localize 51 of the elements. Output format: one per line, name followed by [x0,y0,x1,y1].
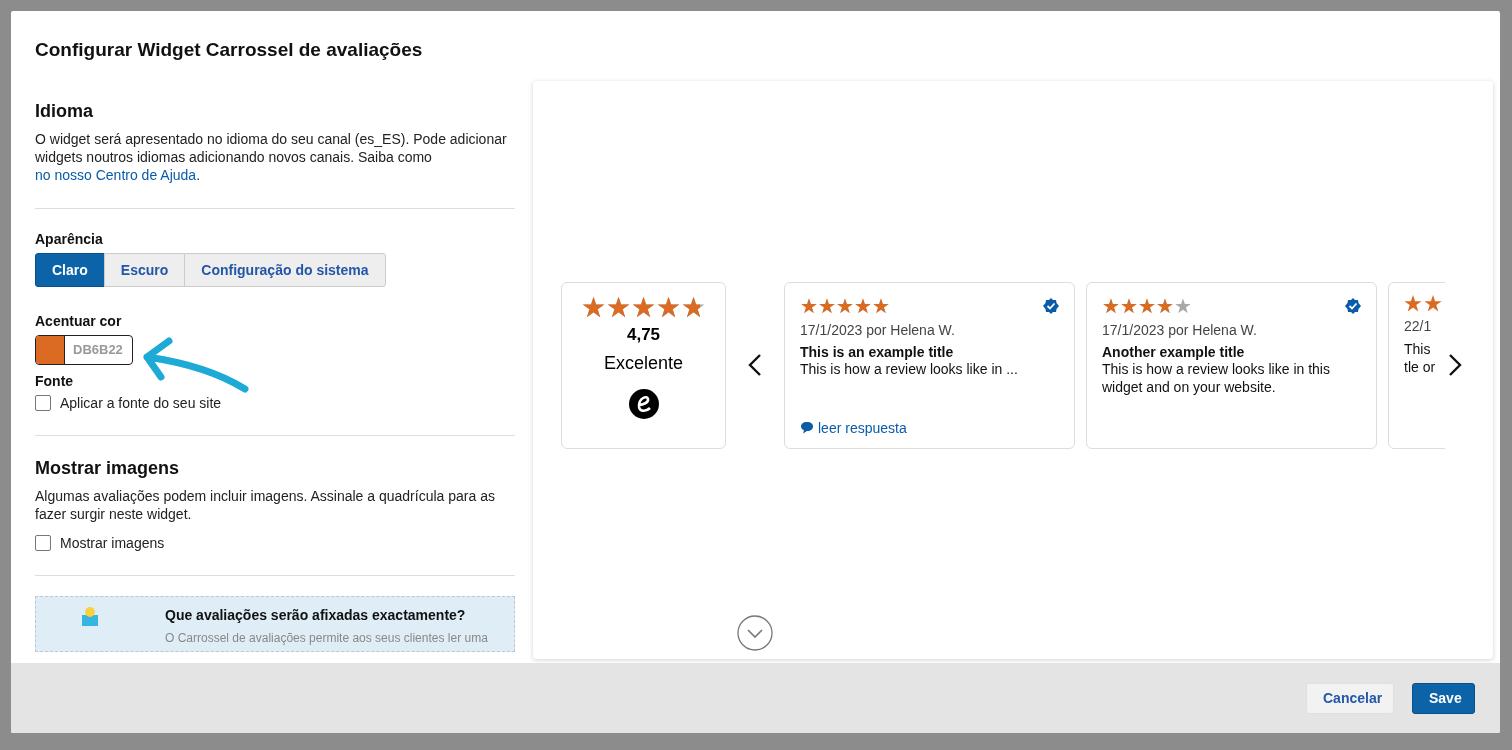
star-icon: ★ [1102,294,1120,317]
read-reply-link[interactable]: leer respuesta [800,419,907,436]
language-description: O widget será apresentado no idioma do seu canal (es_ES). Pode adicionar widgets noutros idiomas adicionando novos canais. Saiba como no nosso Centro de Ajuda. [35,130,508,184]
star-icon: ★ [631,292,656,323]
star-icon: ★ [872,294,890,317]
review-text: tle or [1404,357,1437,376]
review-meta: 17/1/2023 por Helena W. [800,321,956,338]
star-icon: ★ [681,292,706,323]
star-icon: ★ [581,292,606,323]
review-text: This [1404,339,1432,358]
review-meta: 17/1/2023 por Helena W. [1102,321,1258,338]
appearance-option[interactable]: Configuração do sistema [184,253,386,287]
star-icon: ★ [818,294,836,317]
field-label: Fonte [35,373,75,389]
partial-stars-drawing [1404,294,1442,313]
checkbox[interactable] [35,535,51,551]
star-icon: ★ [1174,294,1192,317]
star-icon: ★ [1138,294,1156,317]
section-heading: Idioma [35,101,94,122]
field-label: Acentuar cor [35,313,123,329]
star-icon: ★ [1156,294,1174,317]
save-button[interactable]: Save [1412,682,1475,714]
star-icon: ★ [656,292,681,323]
checkbox-label: Mostrar imagens [60,535,165,551]
review-title: Another example title [1102,343,1246,360]
checkbox[interactable] [35,395,51,411]
images-description: Algumas avaliações podem incluir imagens. Assinale a quadrícula para as fazer surgir neste widget. [35,487,496,523]
logo-icon [627,387,660,420]
cancel-button[interactable]: Cancelar [1306,682,1394,714]
star-icon: ★ [606,292,631,323]
speech-bubble-icon [800,421,814,434]
review-text: This is how a review looks like in ... [800,360,1019,378]
star-icon: ★ [854,294,872,317]
info-text: O Carrossel de avaliações permite aos seus clientes ler uma [165,631,488,645]
rating-label: Excelente [603,352,684,374]
star-icon: ★ [1120,294,1138,317]
scroll-down-icon[interactable] [737,615,773,651]
star-icon: ★ [836,294,854,317]
star-icon: ★ [800,294,818,317]
checkbox-label: Aplicar a fonte do seu site [60,395,222,411]
dialog-title: Configurar Widget Carrossel de avaliações [35,39,424,61]
appearance-option[interactable]: Claro [35,253,105,287]
rating-score: 4,75 [626,324,661,345]
review-text: widget and on your website. [1102,377,1277,396]
review-text: This is how a review looks like in this [1102,360,1331,378]
section-heading: Mostrar imagens [35,458,181,479]
review-meta: 22/1 [1404,317,1433,334]
review-title: This is an example title [800,343,955,360]
appearance-option[interactable]: Escuro [103,253,186,287]
info-title: Que avaliações serão afixadas exactamente? [165,607,467,623]
field-label: Aparência [35,231,104,247]
